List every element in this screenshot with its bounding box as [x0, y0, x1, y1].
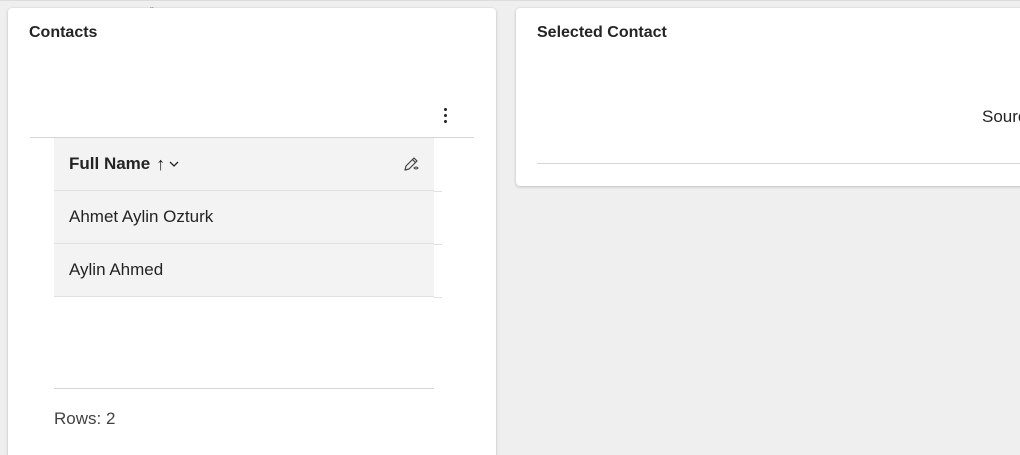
- divider: [434, 244, 442, 245]
- selected-contact-title: Selected Contact: [537, 24, 667, 41]
- divider: [434, 191, 442, 192]
- divider: [54, 388, 434, 389]
- edit-column-icon[interactable]: [402, 155, 420, 173]
- full-name-cell: Aylin Ahmed: [69, 260, 164, 279]
- column-header-label: Full Name: [69, 154, 151, 173]
- more-options-icon[interactable]: [436, 104, 454, 126]
- table-row[interactable]: Ahmet Aylin Ozturk: [54, 191, 434, 244]
- selected-contact-card: Selected Contact Sourc: [516, 8, 1020, 186]
- chevron-down-icon[interactable]: [169, 159, 179, 169]
- table-row[interactable]: Aylin Ahmed: [54, 244, 434, 297]
- rows-count-label: Rows: 2: [54, 409, 116, 428]
- contacts-card: Contacts Full Name ↑ Ahmet Aylin Ozturk: [8, 8, 496, 455]
- divider: [537, 163, 1020, 164]
- contacts-title: Contacts: [29, 24, 98, 41]
- app-page: ˬ Contacts Full Name ↑ Ahmet Aylin Oztur…: [0, 0, 1020, 455]
- contacts-grid: Full Name ↑ Ahmet Aylin Ozturk Aylin Ahm…: [54, 138, 434, 297]
- column-header-full-name[interactable]: Full Name ↑: [54, 138, 434, 191]
- source-label: Sourc: [982, 107, 1020, 126]
- cursor-fragment: ˬ: [150, 0, 154, 9]
- sort-ascending-icon: ↑: [156, 153, 166, 174]
- full-name-cell: Ahmet Aylin Ozturk: [69, 207, 214, 226]
- divider: [434, 297, 442, 298]
